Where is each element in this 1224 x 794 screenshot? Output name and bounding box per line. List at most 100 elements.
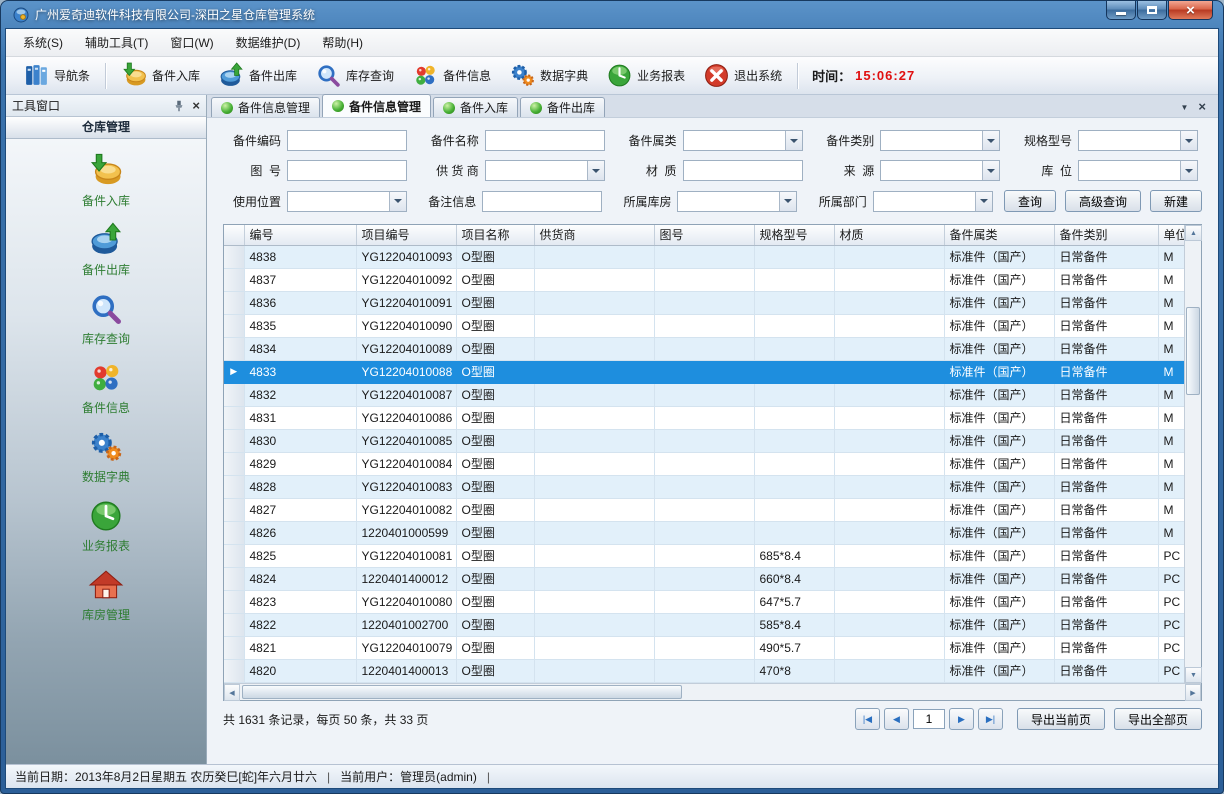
table-cell[interactable]: 标准件（国产） — [944, 429, 1054, 452]
table-cell[interactable] — [654, 590, 754, 613]
table-cell[interactable]: YG12204010082 — [356, 498, 456, 521]
table-cell[interactable]: 4826 — [244, 521, 356, 544]
table-cell[interactable]: 日常备件 — [1054, 475, 1158, 498]
table-cell[interactable]: 4831 — [244, 406, 356, 429]
tab-list-chevron-down-icon[interactable]: ▼ — [1180, 103, 1188, 112]
table-cell[interactable]: 日常备件 — [1054, 452, 1158, 475]
table-cell[interactable] — [534, 245, 654, 268]
table-cell[interactable] — [654, 383, 754, 406]
spec-model-select[interactable] — [1078, 130, 1198, 151]
hscroll-thumb[interactable] — [242, 685, 682, 699]
row-selector[interactable] — [224, 429, 244, 452]
part-category-select[interactable] — [683, 130, 803, 151]
table-cell[interactable]: O型圈 — [456, 567, 534, 590]
table-cell[interactable]: 标准件（国产） — [944, 383, 1054, 406]
table-cell[interactable] — [754, 383, 834, 406]
table-row[interactable]: 4827YG12204010082O型圈标准件（国产）日常备件M — [224, 498, 1184, 521]
table-row[interactable]: ▶4833YG12204010088O型圈标准件（国产）日常备件M — [224, 360, 1184, 383]
row-selector[interactable] — [224, 475, 244, 498]
table-cell[interactable] — [834, 590, 944, 613]
table-cell[interactable]: 4833 — [244, 360, 356, 383]
table-cell[interactable]: M — [1158, 360, 1184, 383]
table-cell[interactable]: 4828 — [244, 475, 356, 498]
table-cell[interactable]: 4822 — [244, 613, 356, 636]
table-cell[interactable] — [534, 590, 654, 613]
toolbar-data-dictionary-button[interactable]: 数据字典 — [500, 59, 597, 92]
part-code-input[interactable] — [287, 130, 407, 151]
table-cell[interactable]: M — [1158, 475, 1184, 498]
table-cell[interactable]: YG12204010086 — [356, 406, 456, 429]
table-cell[interactable]: 4829 — [244, 452, 356, 475]
table-cell[interactable]: 标准件（国产） — [944, 314, 1054, 337]
table-cell[interactable]: 585*8.4 — [754, 613, 834, 636]
drawing-no-input[interactable] — [287, 160, 407, 181]
table-cell[interactable]: 470*8 — [754, 659, 834, 682]
table-cell[interactable]: 4821 — [244, 636, 356, 659]
table-cell[interactable]: 标准件（国产） — [944, 498, 1054, 521]
table-cell[interactable]: YG12204010081 — [356, 544, 456, 567]
table-cell[interactable]: M — [1158, 268, 1184, 291]
column-header[interactable]: 图号 — [654, 225, 754, 245]
table-cell[interactable] — [834, 406, 944, 429]
table-cell[interactable]: 标准件（国产） — [944, 659, 1054, 682]
hscroll-track[interactable] — [240, 684, 1185, 700]
column-header[interactable]: 项目编号 — [356, 225, 456, 245]
table-cell[interactable]: 4832 — [244, 383, 356, 406]
table-cell[interactable]: YG12204010088 — [356, 360, 456, 383]
table-cell[interactable]: 4838 — [244, 245, 356, 268]
table-cell[interactable]: O型圈 — [456, 452, 534, 475]
toolbar-exit-system-button[interactable]: 退出系统 — [694, 59, 791, 92]
table-cell[interactable]: 4820 — [244, 659, 356, 682]
table-cell[interactable] — [534, 268, 654, 291]
table-cell[interactable] — [834, 498, 944, 521]
row-selector[interactable] — [224, 659, 244, 682]
table-cell[interactable] — [534, 291, 654, 314]
table-cell[interactable]: O型圈 — [456, 429, 534, 452]
table-row[interactable]: 48201220401400013O型圈470*8标准件（国产）日常备件PC — [224, 659, 1184, 682]
table-cell[interactable]: M — [1158, 452, 1184, 475]
table-cell[interactable]: YG12204010091 — [356, 291, 456, 314]
table-cell[interactable]: M — [1158, 498, 1184, 521]
column-header[interactable]: 供货商 — [534, 225, 654, 245]
column-header[interactable]: 备件属类 — [944, 225, 1054, 245]
table-cell[interactable]: 日常备件 — [1054, 521, 1158, 544]
table-cell[interactable]: M — [1158, 245, 1184, 268]
department-select[interactable] — [873, 191, 993, 212]
sidebar-item-parts-inbound[interactable]: 备件入库 — [6, 153, 206, 209]
table-cell[interactable]: PC — [1158, 590, 1184, 613]
row-selector[interactable] — [224, 567, 244, 590]
table-cell[interactable] — [654, 613, 754, 636]
table-cell[interactable]: 日常备件 — [1054, 360, 1158, 383]
table-cell[interactable] — [834, 383, 944, 406]
table-cell[interactable]: O型圈 — [456, 406, 534, 429]
toolbar-stock-query-button[interactable]: 库存查询 — [306, 59, 403, 92]
table-cell[interactable]: 4834 — [244, 337, 356, 360]
table-cell[interactable]: 标准件（国产） — [944, 613, 1054, 636]
table-cell[interactable] — [834, 314, 944, 337]
table-row[interactable]: 48221220401002700O型圈585*8.4标准件（国产）日常备件PC — [224, 613, 1184, 636]
table-cell[interactable] — [754, 452, 834, 475]
table-cell[interactable]: PC — [1158, 636, 1184, 659]
table-cell[interactable]: M — [1158, 314, 1184, 337]
table-cell[interactable] — [654, 567, 754, 590]
table-cell[interactable] — [534, 659, 654, 682]
row-selector[interactable] — [224, 291, 244, 314]
table-cell[interactable]: 日常备件 — [1054, 636, 1158, 659]
table-cell[interactable]: 日常备件 — [1054, 659, 1158, 682]
usage-position-select[interactable] — [287, 191, 407, 212]
table-cell[interactable] — [834, 360, 944, 383]
table-cell[interactable]: YG12204010090 — [356, 314, 456, 337]
table-cell[interactable] — [534, 452, 654, 475]
table-cell[interactable]: 4836 — [244, 291, 356, 314]
table-cell[interactable] — [834, 544, 944, 567]
table-cell[interactable]: O型圈 — [456, 475, 534, 498]
sidebar-item-business-report[interactable]: 业务报表 — [6, 498, 206, 554]
table-cell[interactable] — [834, 452, 944, 475]
table-cell[interactable]: 日常备件 — [1054, 613, 1158, 636]
table-cell[interactable] — [754, 337, 834, 360]
row-selector[interactable] — [224, 406, 244, 429]
table-cell[interactable] — [834, 268, 944, 291]
table-cell[interactable]: O型圈 — [456, 383, 534, 406]
part-class-select[interactable] — [880, 130, 1000, 151]
table-cell[interactable] — [754, 291, 834, 314]
